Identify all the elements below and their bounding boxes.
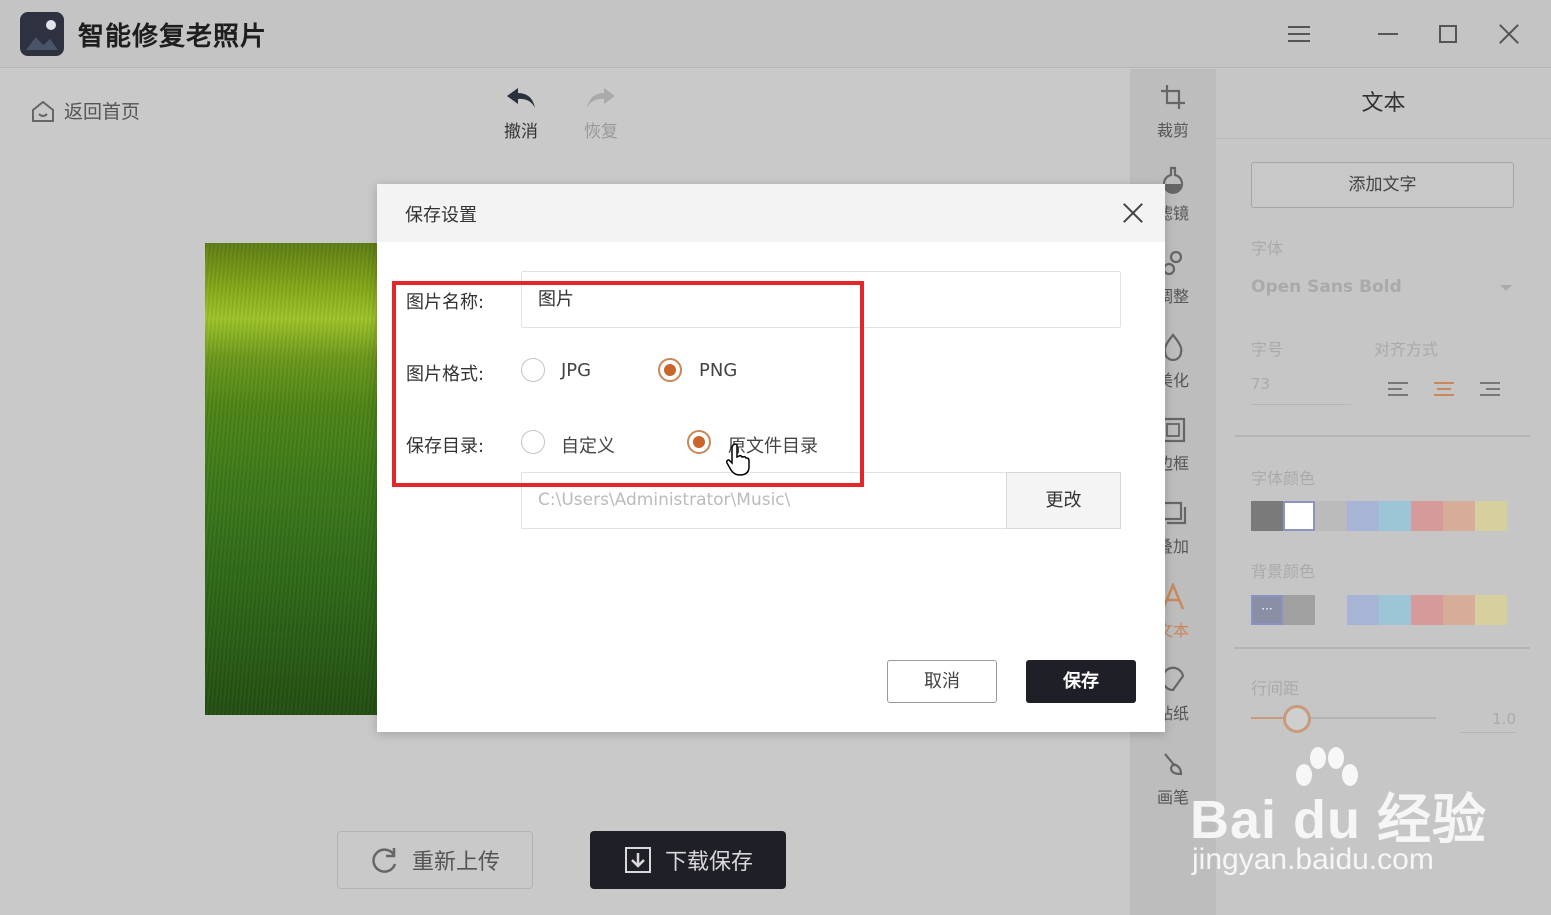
color-swatch[interactable] bbox=[1379, 595, 1411, 625]
download-icon bbox=[624, 847, 651, 873]
align-center-icon[interactable] bbox=[1434, 382, 1454, 396]
undo-label: 撤消 bbox=[504, 122, 538, 142]
color-swatch[interactable] bbox=[1251, 501, 1283, 531]
color-swatch[interactable] bbox=[1411, 501, 1443, 531]
color-swatch[interactable] bbox=[1315, 501, 1347, 531]
color-swatch[interactable] bbox=[1283, 595, 1315, 625]
divider bbox=[1234, 647, 1530, 649]
color-swatch[interactable] bbox=[1475, 595, 1507, 625]
watermark: Bai du 经验 jingyan.baidu.com bbox=[1190, 745, 1490, 885]
slider-handle[interactable] bbox=[1283, 705, 1311, 733]
chevron-down-icon bbox=[1500, 285, 1512, 291]
home-label: 返回首页 bbox=[64, 101, 141, 123]
font-color-label: 字体颜色 bbox=[1251, 469, 1316, 488]
highlight-box bbox=[392, 281, 864, 487]
crop-icon bbox=[1157, 81, 1189, 113]
maximize-button[interactable] bbox=[1428, 14, 1468, 54]
save-button[interactable]: 保存 bbox=[1026, 660, 1136, 703]
color-swatch[interactable] bbox=[1283, 501, 1315, 531]
bg-color-label: 背景颜色 bbox=[1251, 562, 1316, 581]
download-save-button[interactable]: 下载保存 bbox=[590, 831, 786, 889]
color-swatch[interactable] bbox=[1443, 595, 1475, 625]
home-link[interactable]: 返回首页 bbox=[30, 97, 140, 124]
dialog-close-icon[interactable] bbox=[1121, 201, 1145, 225]
font-select[interactable]: Open Sans Bold bbox=[1251, 277, 1516, 301]
photo-preview bbox=[205, 243, 380, 715]
redo-label: 恢复 bbox=[584, 122, 618, 142]
close-icon bbox=[1498, 23, 1520, 45]
align-left-icon[interactable] bbox=[1388, 382, 1408, 396]
reupload-label: 重新上传 bbox=[411, 850, 500, 875]
cancel-button[interactable]: 取消 bbox=[887, 660, 997, 703]
menu-icon bbox=[1288, 26, 1310, 42]
minimize-button[interactable] bbox=[1368, 14, 1408, 54]
tool-label: 画笔 bbox=[1156, 788, 1189, 807]
font-color-swatches bbox=[1251, 501, 1507, 531]
undo-button[interactable]: 撤消 bbox=[491, 85, 551, 142]
add-text-button[interactable]: 添加文字 bbox=[1251, 162, 1514, 208]
color-swatch[interactable] bbox=[1475, 501, 1507, 531]
home-icon bbox=[30, 99, 56, 123]
more-colors-icon[interactable]: ··· bbox=[1251, 595, 1283, 625]
watermark-url: jingyan.baidu.com bbox=[1192, 843, 1434, 876]
color-swatch[interactable] bbox=[1411, 595, 1443, 625]
undo-icon bbox=[507, 88, 535, 108]
dialog-header: 保存设置 bbox=[377, 184, 1165, 242]
hand-cursor-icon bbox=[726, 443, 750, 476]
refresh-icon bbox=[372, 848, 397, 873]
app-logo-icon bbox=[20, 12, 64, 56]
size-input[interactable]: 73 bbox=[1251, 375, 1351, 405]
maximize-icon bbox=[1439, 25, 1457, 43]
line-spacing-value[interactable]: 1.0 bbox=[1461, 705, 1516, 733]
menu-button[interactable] bbox=[1279, 14, 1319, 54]
dialog-title: 保存设置 bbox=[405, 205, 477, 226]
align-right-icon[interactable] bbox=[1480, 382, 1500, 396]
tool-label: 裁剪 bbox=[1156, 121, 1189, 140]
redo-button[interactable]: 恢复 bbox=[571, 85, 631, 142]
size-value: 73 bbox=[1251, 375, 1271, 393]
app-title: 智能修复老照片 bbox=[78, 22, 268, 52]
tool-crop[interactable]: 裁剪 bbox=[1130, 75, 1216, 145]
download-label: 下载保存 bbox=[664, 850, 753, 875]
font-value: Open Sans Bold bbox=[1251, 277, 1402, 297]
color-swatch[interactable] bbox=[1347, 501, 1379, 531]
minimize-icon bbox=[1378, 33, 1398, 35]
color-swatch[interactable] bbox=[1379, 501, 1411, 531]
size-label: 字号 bbox=[1251, 340, 1284, 359]
align-label: 对齐方式 bbox=[1374, 340, 1439, 359]
brush-icon bbox=[1157, 748, 1189, 780]
change-path-button[interactable]: 更改 bbox=[1006, 472, 1121, 529]
font-label: 字体 bbox=[1251, 239, 1284, 258]
divider bbox=[1234, 435, 1530, 437]
reupload-button[interactable]: 重新上传 bbox=[337, 831, 533, 889]
line-spacing-label: 行间距 bbox=[1251, 679, 1300, 698]
color-swatch[interactable] bbox=[1443, 501, 1475, 531]
redo-icon bbox=[587, 88, 615, 108]
color-swatch[interactable] bbox=[1347, 595, 1379, 625]
title-bar: 智能修复老照片 bbox=[0, 0, 1551, 68]
color-swatch[interactable] bbox=[1315, 595, 1347, 625]
panel-title: 文本 bbox=[1216, 69, 1551, 139]
bg-color-swatches: ··· bbox=[1251, 595, 1507, 625]
close-window-button[interactable] bbox=[1489, 14, 1529, 54]
